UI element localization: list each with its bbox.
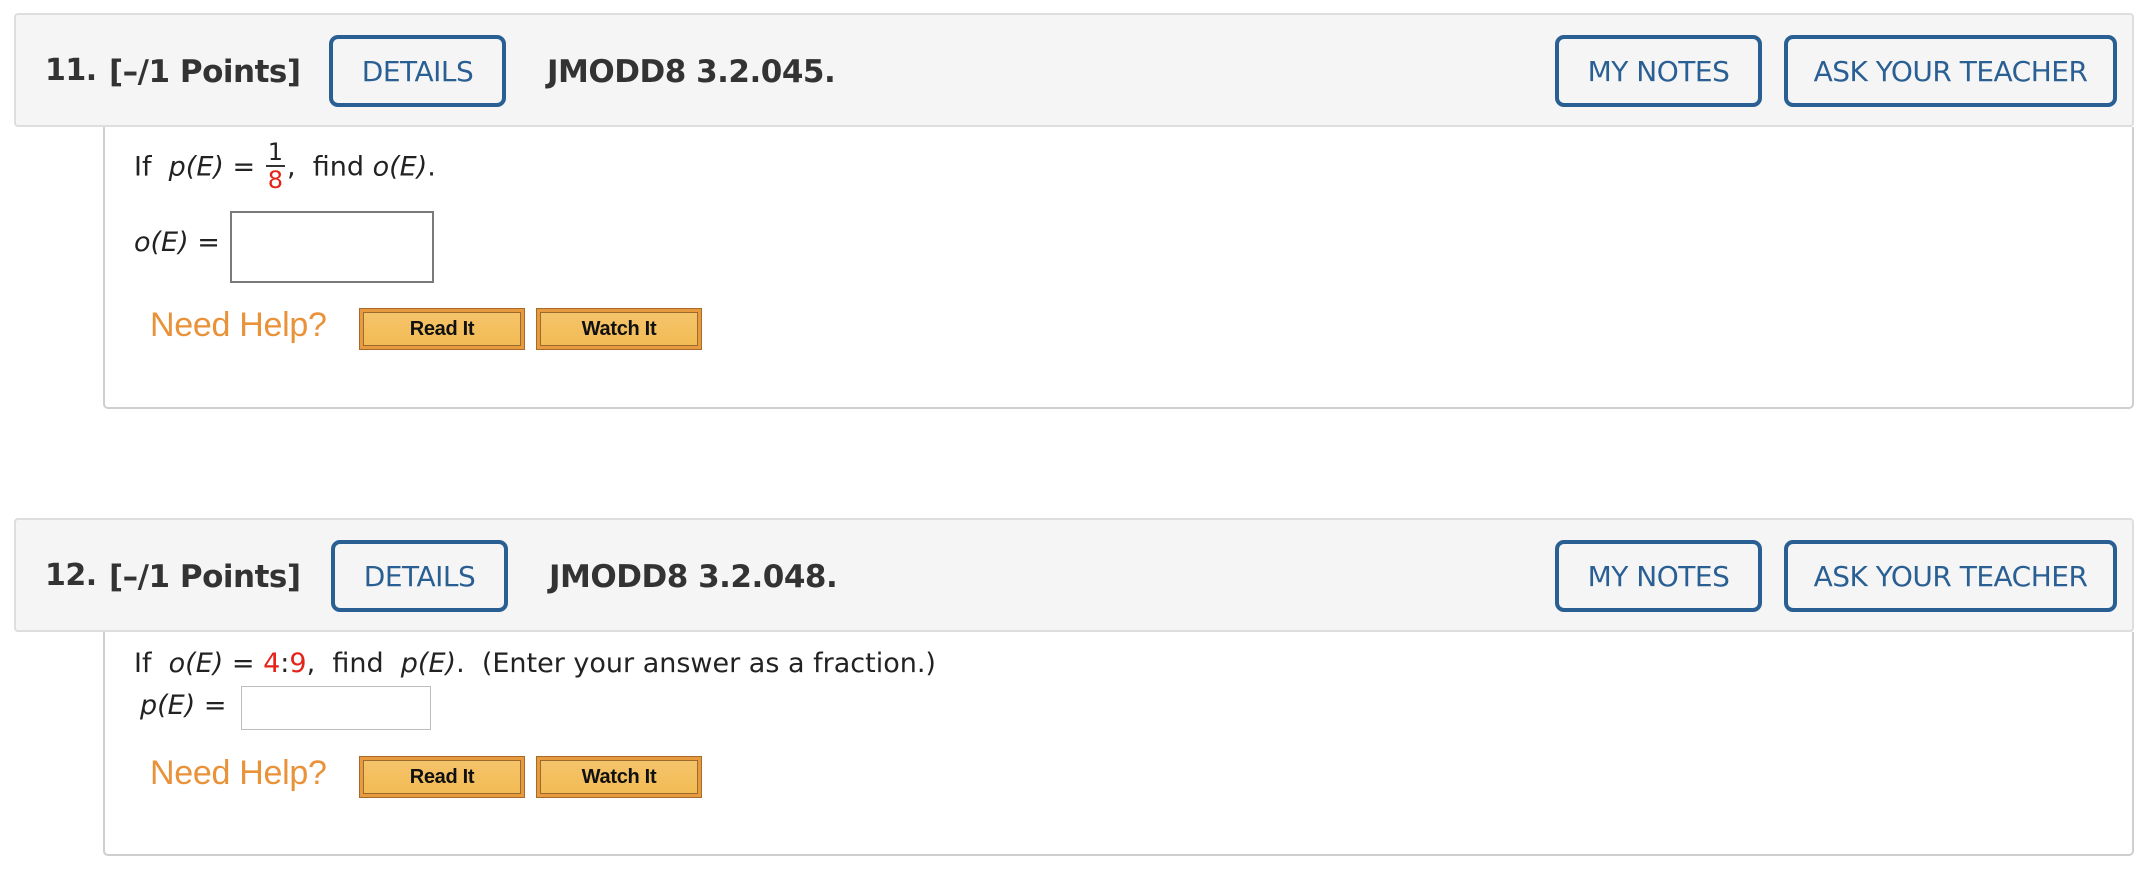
given-function: p(E) — [168, 151, 224, 183]
odds-b: 9 — [289, 648, 307, 679]
watch-it-button[interactable]: Watch It — [536, 756, 702, 798]
need-help-label: Need Help? — [150, 754, 327, 792]
ask-your-teacher-button[interactable]: ASK YOUR TEACHER — [1784, 540, 2117, 612]
equals-sign: = — [231, 648, 255, 679]
prompt-text: If — [134, 151, 152, 183]
question-header: 11. [–/1 Points] DETAILS JMODD8 3.2.045.… — [14, 13, 2134, 127]
equals-sign: = — [232, 151, 256, 183]
odds-a: 4 — [263, 648, 281, 679]
ask-your-teacher-button[interactable]: ASK YOUR TEACHER — [1784, 35, 2117, 107]
read-it-button[interactable]: Read It — [359, 308, 525, 350]
period: . — [427, 151, 436, 183]
answer-label: p(E) = — [140, 690, 227, 721]
need-help-label: Need Help? — [150, 306, 327, 344]
answer-label: o(E) = — [134, 227, 220, 258]
given-fraction: 1 8 — [265, 138, 285, 194]
find-text: find — [312, 151, 365, 183]
question-number: 12. — [45, 558, 97, 593]
find-text: find — [332, 648, 384, 679]
instruction-text: (Enter your answer as a fraction.) — [481, 648, 936, 679]
prompt-text: If — [134, 648, 152, 679]
answer-input[interactable] — [241, 686, 431, 730]
question-12: 12. [–/1 Points] DETAILS JMODD8 3.2.048.… — [14, 518, 2136, 856]
question-header: 12. [–/1 Points] DETAILS JMODD8 3.2.048.… — [14, 518, 2134, 632]
question-body: If o(E) = 4:9, find p(E). (Enter your an… — [103, 632, 2134, 856]
question-body: If p(E) = 1 8 , find o(E). o(E) = Need H… — [103, 127, 2134, 409]
read-it-label: Read It — [363, 312, 521, 346]
read-it-label: Read It — [363, 760, 521, 794]
read-it-button[interactable]: Read It — [359, 756, 525, 798]
question-title: JMODD8 3.2.045. — [547, 54, 836, 90]
question-number: 11. — [45, 53, 97, 88]
question-title: JMODD8 3.2.048. — [549, 559, 838, 595]
details-button[interactable]: DETAILS — [329, 35, 506, 107]
question-prompt: If o(E) = 4:9, find p(E). (Enter your an… — [134, 648, 936, 679]
comma: , — [287, 151, 296, 183]
question-points: [–/1 Points] — [109, 54, 301, 90]
watch-it-button[interactable]: Watch It — [536, 308, 702, 350]
my-notes-button[interactable]: MY NOTES — [1555, 540, 1762, 612]
question-11: 11. [–/1 Points] DETAILS JMODD8 3.2.045.… — [14, 13, 2136, 409]
target-function: o(E) — [372, 151, 428, 183]
target-function: p(E) — [400, 648, 457, 679]
watch-it-label: Watch It — [540, 312, 698, 346]
details-button[interactable]: DETAILS — [331, 540, 508, 612]
question-prompt: If p(E) = 1 8 , find o(E). — [134, 138, 436, 195]
question-points: [–/1 Points] — [109, 559, 301, 595]
answer-input[interactable] — [230, 211, 434, 283]
given-function: o(E) — [168, 648, 224, 679]
period: . — [456, 648, 465, 679]
my-notes-button[interactable]: MY NOTES — [1555, 35, 1762, 107]
comma: , — [306, 648, 316, 679]
fraction-denominator: 8 — [267, 166, 283, 194]
fraction-numerator: 1 — [265, 138, 285, 167]
watch-it-label: Watch It — [540, 760, 698, 794]
